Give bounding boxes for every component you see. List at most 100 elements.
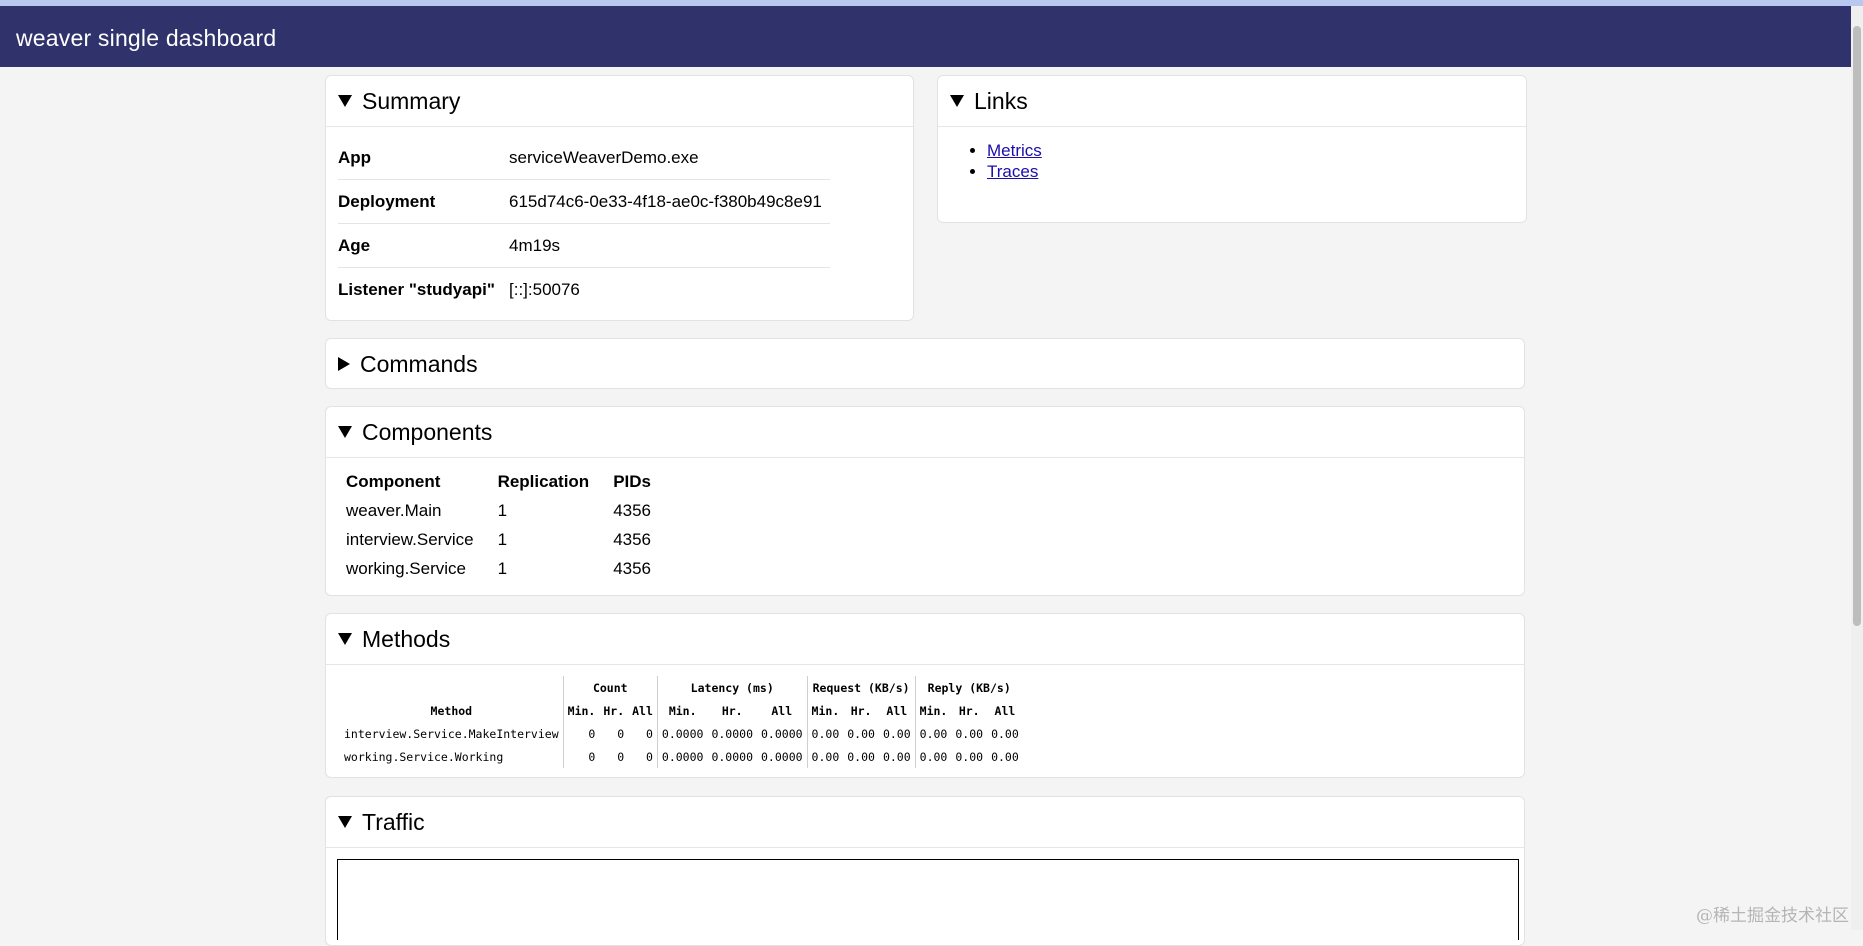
group-header-reply: Reply (KB/s) xyxy=(915,676,1023,699)
summary-row: Age 4m19s xyxy=(338,224,830,268)
summary-row: Listener "studyapi" [::]:50076 xyxy=(338,268,830,311)
commands-card: Commands xyxy=(325,338,1525,389)
component-name: working.Service xyxy=(342,554,494,583)
sub-header: Hr. xyxy=(951,699,987,722)
blank-header xyxy=(340,676,563,699)
commands-toggle[interactable]: Commands xyxy=(326,339,1524,389)
summary-row: Deployment 615d74c6-0e33-4f18-ae0c-f380b… xyxy=(338,180,830,224)
components-title: Components xyxy=(362,419,492,446)
sub-header: Hr. xyxy=(707,699,757,722)
summary-key: Age xyxy=(338,236,509,256)
value-cell: 0.00 xyxy=(915,722,951,745)
value-cell: 0.00 xyxy=(879,722,915,745)
group-header-count: Count xyxy=(563,676,657,699)
column-header: PIDs xyxy=(609,467,671,496)
value-cell: 0 xyxy=(563,722,599,745)
summary-title: Summary xyxy=(362,88,460,115)
replication: 1 xyxy=(494,496,610,525)
value-cell: 0.0000 xyxy=(707,722,757,745)
summary-card: Summary App serviceWeaverDemo.exe Deploy… xyxy=(325,75,914,321)
value-cell: 0.0000 xyxy=(757,745,807,768)
summary-value: 615d74c6-0e33-4f18-ae0c-f380b49c8e91 xyxy=(509,192,830,212)
pids: 4356 xyxy=(609,525,671,554)
value-cell: 0.00 xyxy=(807,722,843,745)
collapsed-triangle-icon xyxy=(338,357,350,371)
table-row: interview.Service.MakeInterview 0 0 0 0.… xyxy=(340,722,1023,745)
summary-key: Deployment xyxy=(338,192,509,212)
components-toggle[interactable]: Components xyxy=(326,407,1524,458)
replication: 1 xyxy=(494,554,610,583)
group-header-latency: Latency (ms) xyxy=(657,676,807,699)
table-row: weaver.Main 1 4356 xyxy=(342,496,671,525)
app-header: weaver single dashboard xyxy=(0,6,1863,67)
column-header: Component xyxy=(342,467,494,496)
sub-header: Min. xyxy=(563,699,599,722)
value-cell: 0.00 xyxy=(807,745,843,768)
value-cell: 0.0000 xyxy=(707,745,757,768)
value-cell: 0.0000 xyxy=(657,745,707,768)
value-cell: 0 xyxy=(599,745,628,768)
value-cell: 0.00 xyxy=(843,722,879,745)
expanded-triangle-icon xyxy=(338,816,352,828)
links-title: Links xyxy=(974,88,1028,115)
method-name: interview.Service.MakeInterview xyxy=(340,722,563,745)
value-cell: 0.00 xyxy=(987,722,1023,745)
value-cell: 0.00 xyxy=(843,745,879,768)
table-row: interview.Service 1 4356 xyxy=(342,525,671,554)
sub-header: Hr. xyxy=(843,699,879,722)
sub-header: All xyxy=(757,699,807,722)
traffic-card: Traffic xyxy=(325,796,1525,946)
method-name: working.Service.Working xyxy=(340,745,563,768)
group-header-request: Request (KB/s) xyxy=(807,676,915,699)
summary-row: App serviceWeaverDemo.exe xyxy=(338,136,830,180)
value-cell: 0.00 xyxy=(951,745,987,768)
page-scrollbar[interactable] xyxy=(1851,6,1863,930)
traffic-toggle[interactable]: Traffic xyxy=(326,797,1524,848)
expanded-triangle-icon xyxy=(338,95,352,107)
methods-toggle[interactable]: Methods xyxy=(326,614,1524,665)
pids: 4356 xyxy=(609,554,671,583)
replication: 1 xyxy=(494,525,610,554)
sub-header-row: Method Min. Hr. All Min. Hr. All Min. Hr… xyxy=(340,699,1023,722)
table-row: working.Service.Working 0 0 0 0.0000 0.0… xyxy=(340,745,1023,768)
pids: 4356 xyxy=(609,496,671,525)
methods-title: Methods xyxy=(362,626,450,653)
traffic-title: Traffic xyxy=(362,809,425,836)
summary-value: 4m19s xyxy=(509,236,830,256)
summary-value: serviceWeaverDemo.exe xyxy=(509,148,830,168)
commands-title: Commands xyxy=(360,351,478,378)
traffic-graph xyxy=(337,859,1519,940)
summary-toggle[interactable]: Summary xyxy=(326,76,913,127)
method-header: Method xyxy=(340,699,563,722)
value-cell: 0.00 xyxy=(951,722,987,745)
links-list: Metrics Traces xyxy=(963,140,1042,182)
components-card: Components Component Replication PIDs we… xyxy=(325,406,1525,596)
value-cell: 0 xyxy=(628,745,657,768)
page-title: weaver single dashboard xyxy=(16,25,276,52)
value-cell: 0.00 xyxy=(879,745,915,768)
sub-header: Min. xyxy=(807,699,843,722)
summary-value: [::]:50076 xyxy=(509,280,830,300)
methods-card: Methods Count Latency (ms) Request (KB/s… xyxy=(325,613,1525,778)
links-card: Links Metrics Traces xyxy=(937,75,1527,223)
table-row: working.Service 1 4356 xyxy=(342,554,671,583)
scrollbar-thumb[interactable] xyxy=(1853,26,1861,626)
component-name: weaver.Main xyxy=(342,496,494,525)
sub-header: Hr. xyxy=(599,699,628,722)
column-header: Replication xyxy=(494,467,610,496)
summary-key: App xyxy=(338,148,509,168)
value-cell: 0 xyxy=(563,745,599,768)
value-cell: 0.0000 xyxy=(657,722,707,745)
sub-header: All xyxy=(879,699,915,722)
sub-header: All xyxy=(987,699,1023,722)
metrics-link[interactable]: Metrics xyxy=(987,141,1042,160)
traces-link[interactable]: Traces xyxy=(987,162,1038,181)
value-cell: 0 xyxy=(628,722,657,745)
list-item: Traces xyxy=(987,161,1042,182)
sub-header: Min. xyxy=(915,699,951,722)
sub-header: All xyxy=(628,699,657,722)
expanded-triangle-icon xyxy=(338,426,352,438)
sub-header: Min. xyxy=(657,699,707,722)
links-toggle[interactable]: Links xyxy=(938,76,1526,127)
components-table: Component Replication PIDs weaver.Main 1… xyxy=(342,467,671,583)
